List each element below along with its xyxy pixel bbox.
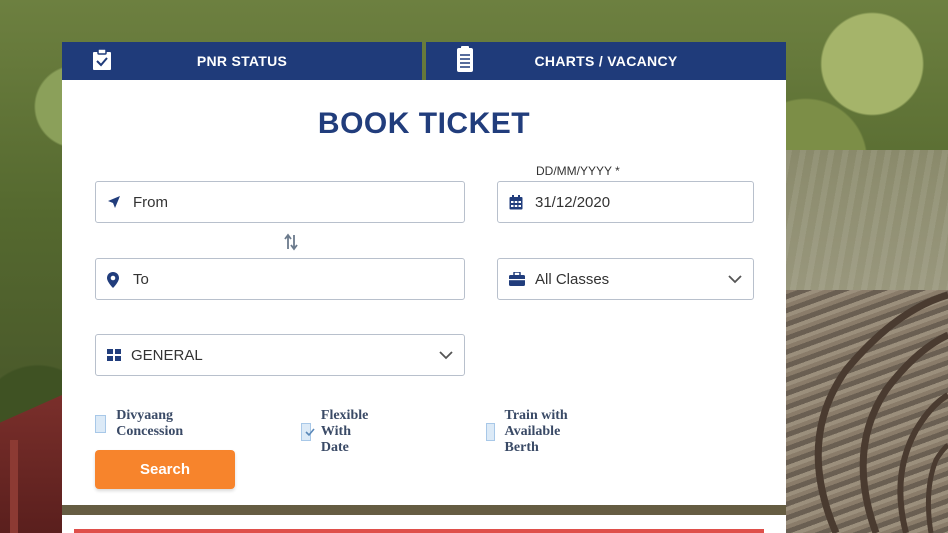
journey-date-value: 31/12/2020 (535, 194, 611, 211)
location-arrow-icon (107, 195, 121, 213)
journey-date-input[interactable]: 31/12/2020 (497, 181, 754, 223)
to-station-input[interactable]: To (95, 258, 465, 300)
book-ticket-card: BOOK TICKET From To DD/MM/YYYY * 31/12/2… (62, 80, 786, 505)
document-icon (456, 46, 474, 77)
chevron-down-icon (727, 271, 743, 291)
page-title: BOOK TICKET (317, 107, 531, 140)
class-select-value: All Classes (535, 271, 610, 288)
from-station-input[interactable]: From (95, 181, 465, 223)
checkbox-box[interactable] (301, 423, 315, 441)
swap-stations-icon[interactable] (284, 233, 298, 256)
clipboard-check-icon (92, 48, 112, 74)
grid-icon (107, 348, 121, 365)
class-select[interactable]: All Classes (497, 258, 754, 300)
check-icon (305, 428, 315, 437)
calendar-icon (509, 195, 523, 214)
tab-charts-vacancy-label: CHARTS / VACANCY (534, 53, 678, 69)
flexible-with-date-checkbox[interactable]: Flexible With Date (301, 408, 376, 456)
quota-select-value: GENERAL (131, 347, 203, 364)
chevron-down-icon (438, 347, 454, 367)
to-station-placeholder: To (133, 271, 149, 288)
search-button[interactable]: Search (95, 450, 235, 489)
ticker-text-fragment (74, 529, 764, 533)
stone-wall (786, 150, 948, 300)
from-station-placeholder: From (133, 194, 168, 211)
checkbox-box[interactable] (486, 423, 495, 441)
top-tabs: PNR STATUS CHARTS / VACANCY (62, 42, 786, 80)
quota-select[interactable]: GENERAL (95, 334, 465, 376)
tab-charts-vacancy[interactable]: CHARTS / VACANCY (426, 42, 786, 80)
bridge-post (10, 440, 18, 533)
checkbox-label: Train with Available Berth (504, 408, 568, 455)
checkbox-box[interactable] (95, 415, 107, 433)
announcement-ticker (62, 515, 786, 533)
railway-track (814, 291, 948, 533)
divyaang-concession-checkbox[interactable]: Divyaang Concession (95, 408, 190, 440)
date-format-label: DD/MM/YYYY * (536, 164, 620, 178)
briefcase-icon (509, 271, 525, 290)
checkbox-label: Divyaang Concession (116, 408, 184, 439)
map-marker-icon (107, 272, 119, 292)
tab-pnr-status[interactable]: PNR STATUS (62, 42, 422, 80)
checkbox-label: Flexible With Date (320, 408, 369, 455)
available-berth-checkbox[interactable]: Train with Available Berth (486, 408, 570, 456)
tab-pnr-status-label: PNR STATUS (196, 53, 288, 69)
